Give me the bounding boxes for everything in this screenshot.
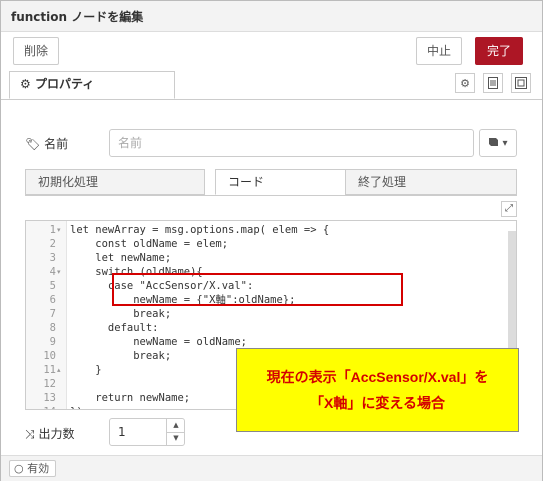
code-text: return newName; — [70, 392, 191, 404]
line-number: 11 — [43, 364, 56, 376]
dialog-title-bar: function ノードを編集 — [1, 1, 542, 32]
chevron-down-icon: ▾ — [502, 137, 508, 149]
code-text: break; — [70, 308, 172, 320]
outputs-label: 出力数 — [38, 427, 75, 441]
line-number: 13 — [43, 392, 56, 404]
fold-toggle-icon[interactable]: ▾ — [57, 265, 61, 279]
dialog-footer: ○ 有効 — [1, 455, 542, 481]
enabled-toggle[interactable]: ○ 有効 — [9, 460, 57, 477]
dialog-title: function ノードを編集 — [11, 10, 144, 24]
callout-line-2: 「X軸」に変える場合 — [310, 395, 445, 411]
expand-editor-icon[interactable]: ⤢ — [501, 201, 517, 217]
line-number: 3 — [49, 252, 56, 264]
spinner-up-icon[interactable]: ▲ — [166, 419, 185, 433]
line-number: 7 — [49, 308, 56, 320]
line-number: 14 — [26, 405, 56, 409]
node-icon-select[interactable]: ▾ — [479, 129, 517, 157]
circle-icon: ○ — [14, 462, 24, 475]
done-button[interactable]: 完了 — [475, 37, 523, 65]
dialog-tabbar: ⚙ プロパティ ⚙ — [1, 71, 542, 100]
callout-line-1: 現在の表示「AccSensor/X.val」を — [266, 369, 489, 385]
outputs-value[interactable]: 1 — [118, 425, 126, 439]
name-label: 名前 — [44, 137, 69, 151]
tab-properties[interactable]: ⚙ プロパティ — [9, 71, 175, 99]
enabled-label: 有効 — [27, 462, 50, 475]
code-text: let newArray = msg.options.map( elem => … — [70, 224, 330, 236]
line-number: 5 — [49, 280, 56, 292]
tab-on-start[interactable]: 初期化処理 — [25, 169, 205, 195]
fold-toggle-icon[interactable]: ▾ — [57, 223, 61, 237]
code-text: } — [70, 364, 102, 376]
fold-toggle-icon[interactable]: ▴ — [57, 405, 61, 409]
name-input[interactable] — [109, 129, 474, 157]
delete-button[interactable]: 削除 — [13, 37, 59, 65]
line-number: 1 — [49, 224, 56, 236]
name-label-row: 🏷︎ 名前 — [25, 135, 68, 152]
edit-dialog: function ノードを編集 削除 中止 完了 ⚙ プロパティ ⚙ 🏷︎ 名前… — [0, 0, 543, 481]
cancel-button[interactable]: 中止 — [416, 37, 462, 65]
shuffle-icon: ⤨ — [25, 427, 35, 441]
annotation-callout: 現在の表示「AccSensor/X.val」を 「X軸」に変える場合 — [236, 348, 519, 432]
line-number: 6 — [49, 294, 56, 306]
line-number: 10 — [43, 350, 56, 362]
code-text: let newName; — [70, 252, 172, 264]
book-icon — [488, 137, 499, 150]
outputs-label-row: ⤨ 出力数 — [25, 425, 74, 442]
fold-toggle-icon[interactable]: ▴ — [57, 363, 61, 377]
line-number: 8 — [49, 322, 56, 334]
gear-icon: ⚙ — [20, 77, 31, 91]
settings-gear-icon[interactable]: ⚙ — [455, 73, 475, 93]
spinner-down-icon[interactable]: ▼ — [166, 432, 185, 445]
description-icon[interactable] — [483, 73, 503, 93]
code-text: const oldName = elem; — [70, 238, 229, 250]
annotation-highlight-box — [112, 273, 403, 306]
tab-properties-label: プロパティ — [34, 77, 95, 91]
line-number: 2 — [49, 238, 56, 250]
code-tabs: 初期化処理 コード 終了処理 — [25, 169, 517, 196]
line-number: 9 — [49, 336, 56, 348]
tab-on-stop[interactable]: 終了処理 — [345, 169, 517, 195]
code-text: break; — [70, 350, 172, 362]
code-text: default: — [70, 322, 159, 334]
appearance-icon[interactable] — [511, 73, 531, 93]
code-text: newName = oldName; — [70, 336, 248, 348]
outputs-spinner[interactable]: 1 ▲ ▼ — [109, 418, 185, 446]
code-text: }); — [70, 405, 89, 409]
tag-icon: 🏷︎ — [25, 137, 41, 151]
line-number: 12 — [43, 378, 56, 390]
line-number: 4 — [49, 266, 56, 278]
